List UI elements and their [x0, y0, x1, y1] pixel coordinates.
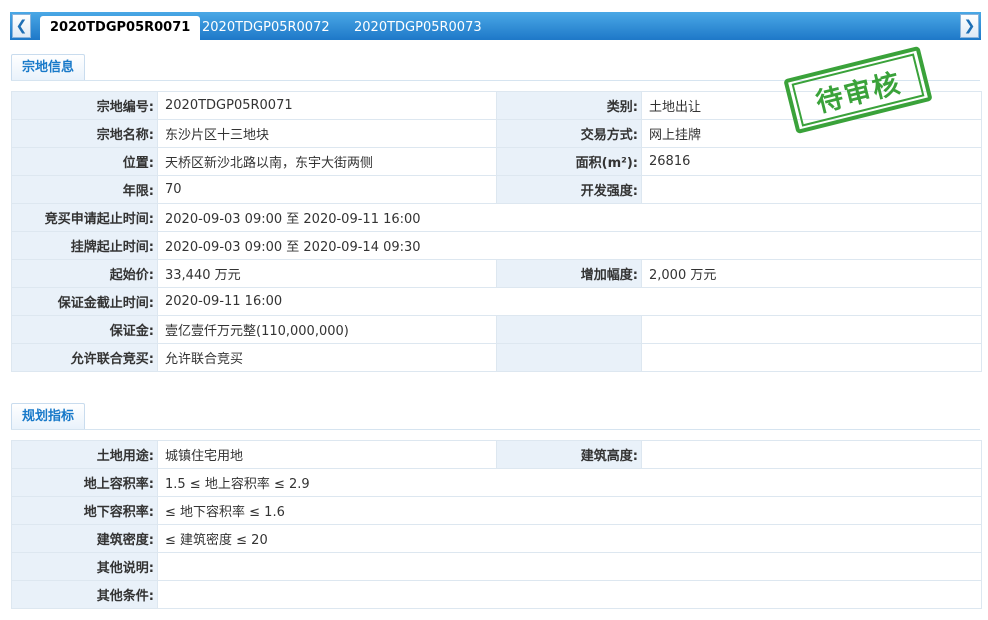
term-label: 年限: [11, 175, 158, 204]
term-value: 70 [157, 175, 497, 204]
parcel-name-value: 东沙片区十三地块 [157, 119, 497, 148]
table-row: 建筑密度: ≤ 建筑密度 ≤ 20 [11, 524, 982, 553]
other-note-value [157, 552, 982, 581]
tab-2020TDGP05R0071[interactable]: 2020TDGP05R0071 [40, 16, 201, 40]
increment-label: 增加幅度: [496, 259, 642, 288]
empty-label [496, 343, 642, 372]
area-value: 26816 [641, 147, 982, 176]
deposit-label: 保证金: [11, 315, 158, 344]
tab-bar: ❮ 2020TDGP05R0071 2020TDGP05R0072 2020TD… [10, 12, 981, 40]
trade-method-label: 交易方式: [496, 119, 642, 148]
planning-section-header: 规划指标 [11, 403, 980, 430]
deposit-value: 壹亿壹仟万元整(110,000,000) [157, 315, 497, 344]
joint-bid-value: 允许联合竞买 [157, 343, 497, 372]
table-row: 土地用途: 城镇住宅用地 建筑高度: [11, 440, 982, 469]
parcel-info-table: 宗地编号: 2020TDGP05R0071 类别: 土地出让 宗地名称: 东沙片… [11, 91, 982, 372]
bid-period-value: 2020-09-03 09:00 至 2020-09-11 16:00 [157, 203, 982, 232]
planning-table: 土地用途: 城镇住宅用地 建筑高度: 地上容积率: 1.5 ≤ 地上容积率 ≤ … [11, 440, 982, 609]
table-row: 地下容积率: ≤ 地下容积率 ≤ 1.6 [11, 496, 982, 525]
listing-period-label: 挂牌起止时间: [11, 231, 158, 260]
other-note-label: 其他说明: [11, 552, 158, 581]
density-value: ≤ 建筑密度 ≤ 20 [157, 524, 982, 553]
listing-period-value: 2020-09-03 09:00 至 2020-09-14 09:30 [157, 231, 982, 260]
table-row: 地上容积率: 1.5 ≤ 地上容积率 ≤ 2.9 [11, 468, 982, 497]
land-use-label: 土地用途: [11, 440, 158, 469]
bid-period-label: 竞买申请起止时间: [11, 203, 158, 232]
intensity-value [641, 175, 982, 204]
location-value: 天桥区新沙北路以南，东宇大街两侧 [157, 147, 497, 176]
parcel-code-value: 2020TDGP05R0071 [157, 91, 497, 120]
chevron-left-icon[interactable]: ❮ [12, 14, 31, 38]
location-label: 位置: [11, 147, 158, 176]
intensity-label: 开发强度: [496, 175, 642, 204]
other-cond-label: 其他条件: [11, 580, 158, 609]
far-below-value: ≤ 地下容积率 ≤ 1.6 [157, 496, 982, 525]
empty-value [641, 343, 982, 372]
table-row: 保证金截止时间: 2020-09-11 16:00 [11, 287, 982, 316]
land-use-value: 城镇住宅用地 [157, 440, 497, 469]
increment-value: 2,000 万元 [641, 259, 982, 288]
tab-2020TDGP05R0072[interactable]: 2020TDGP05R0072 [192, 16, 340, 40]
chevron-right-icon[interactable]: ❯ [960, 14, 979, 38]
tab-2020TDGP05R0073[interactable]: 2020TDGP05R0073 [344, 16, 492, 40]
table-row: 竞买申请起止时间: 2020-09-03 09:00 至 2020-09-11 … [11, 203, 982, 232]
table-row: 允许联合竞买: 允许联合竞买 [11, 343, 982, 372]
table-row: 起始价: 33,440 万元 增加幅度: 2,000 万元 [11, 259, 982, 288]
joint-bid-label: 允许联合竞买: [11, 343, 158, 372]
far-above-label: 地上容积率: [11, 468, 158, 497]
far-above-value: 1.5 ≤ 地上容积率 ≤ 2.9 [157, 468, 982, 497]
far-below-label: 地下容积率: [11, 496, 158, 525]
table-row: 保证金: 壹亿壹仟万元整(110,000,000) [11, 315, 982, 344]
table-row: 挂牌起止时间: 2020-09-03 09:00 至 2020-09-14 09… [11, 231, 982, 260]
building-height-label: 建筑高度: [496, 440, 642, 469]
category-label: 类别: [496, 91, 642, 120]
area-label: 面积(m²): [496, 147, 642, 176]
table-row: 其他说明: [11, 552, 982, 581]
start-price-value: 33,440 万元 [157, 259, 497, 288]
density-label: 建筑密度: [11, 524, 158, 553]
start-price-label: 起始价: [11, 259, 158, 288]
other-cond-value [157, 580, 982, 609]
deposit-deadline-label: 保证金截止时间: [11, 287, 158, 316]
table-row: 位置: 天桥区新沙北路以南，东宇大街两侧 面积(m²): 26816 [11, 147, 982, 176]
deposit-deadline-value: 2020-09-11 16:00 [157, 287, 982, 316]
table-row: 其他条件: [11, 580, 982, 609]
parcel-code-label: 宗地编号: [11, 91, 158, 120]
table-row: 年限: 70 开发强度: [11, 175, 982, 204]
empty-label [496, 315, 642, 344]
building-height-value [641, 440, 982, 469]
empty-value [641, 315, 982, 344]
parcel-info-title: 宗地信息 [11, 54, 86, 80]
planning-title: 规划指标 [11, 403, 86, 429]
parcel-name-label: 宗地名称: [11, 119, 158, 148]
